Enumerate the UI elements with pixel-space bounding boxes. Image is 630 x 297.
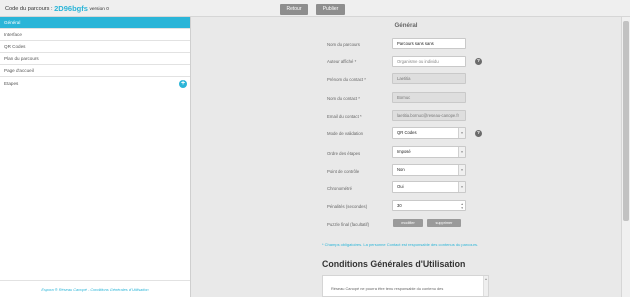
help-icon[interactable]: ? xyxy=(475,58,482,65)
top-bar: Code du parcours : 2D96bgfs version 0 Re… xyxy=(0,0,630,17)
nom-contact-input[interactable]: Bornuc xyxy=(392,92,466,103)
nom-parcours-input[interactable]: Parcours sans sans xyxy=(392,38,466,49)
cgu-scrollbar[interactable]: ▴ xyxy=(483,276,488,296)
penalites-label: Pénalités (secondes) xyxy=(327,204,368,209)
chronometre-label: Chronométré xyxy=(327,186,353,191)
nom-contact-label: Nom du contact * xyxy=(327,96,360,101)
point-controle-label: Point de contrôle xyxy=(327,169,360,174)
ordre-etapes-label: Ordre des étapes xyxy=(327,151,361,156)
prenom-input[interactable]: Laetitia xyxy=(392,73,466,84)
sidebar-footer-link[interactable]: Espora ® Réseau Canopé - Conditions Géné… xyxy=(0,280,190,297)
penalites-input[interactable]: 30 ▴ ▾ xyxy=(392,200,466,211)
chevron-down-icon: ▾ xyxy=(458,128,465,138)
plus-icon[interactable]: + xyxy=(179,80,187,88)
cgu-text: Réseau Canopé ne pourra être tenu respon… xyxy=(331,286,444,291)
chronometre-select[interactable]: Oui ▾ xyxy=(392,181,466,193)
chronometre-value: Oui xyxy=(397,184,404,189)
point-controle-value: Non xyxy=(397,167,405,172)
main-panel: Général Nom du parcours Parcours sans sa… xyxy=(192,17,620,297)
mode-validation-select[interactable]: QR Codes ▾ xyxy=(392,127,466,139)
section-title: Général xyxy=(394,22,418,29)
course-code: Code du parcours : 2D96bgfs version 0 xyxy=(5,4,109,13)
chevron-up-icon[interactable]: ▴ xyxy=(484,277,488,281)
ordre-etapes-value: Imposé xyxy=(397,149,411,154)
spinner-icon[interactable]: ▴ ▾ xyxy=(461,202,463,210)
sidebar-item-etapes[interactable]: Etapes + xyxy=(0,77,190,91)
ordre-etapes-select[interactable]: Imposé ▾ xyxy=(392,146,466,158)
retour-button[interactable]: Retour xyxy=(280,4,308,15)
publier-button[interactable]: Publier xyxy=(316,4,345,15)
auteur-input[interactable]: Organisme ou individu xyxy=(392,56,466,67)
chevron-down-icon: ▾ xyxy=(458,147,465,157)
sidebar-item-qr-codes[interactable]: QR Codes xyxy=(0,41,190,53)
mode-validation-value: QR Codes xyxy=(397,130,417,135)
scroll-thumb[interactable] xyxy=(623,21,629,221)
page-scrollbar[interactable] xyxy=(621,17,630,297)
chevron-down-icon: ▾ xyxy=(458,165,465,175)
mode-validation-label: Mode de validation xyxy=(327,131,364,136)
auteur-label: Auteur affiché * xyxy=(327,59,357,64)
cgu-box[interactable]: Réseau Canopé ne pourra être tenu respon… xyxy=(322,275,489,297)
required-fields-note: * Champs obligatoires. La personne Conta… xyxy=(322,242,479,247)
nom-parcours-label: Nom du parcours xyxy=(327,42,360,47)
email-input[interactable]: laetitia.bornuc@reseau-canope.fr xyxy=(392,110,466,121)
sidebar-item-general[interactable]: Général xyxy=(0,17,190,29)
puzzle-modifier-button[interactable]: modifier xyxy=(393,219,423,227)
sidebar-item-interface[interactable]: Interface xyxy=(0,29,190,41)
email-label: Email du contact * xyxy=(327,114,362,119)
cgu-title: Conditions Générales d'Utilisation xyxy=(322,259,466,269)
help-icon[interactable]: ? xyxy=(475,130,482,137)
sidebar-item-plan[interactable]: Plan du parcours xyxy=(0,53,190,65)
sidebar: Général Interface QR Codes Plan du parco… xyxy=(0,17,191,297)
prenom-label: Prénom du contact * xyxy=(327,77,366,82)
chevron-down-icon: ▾ xyxy=(458,182,465,192)
puzzle-label: Puzzle final (facultatif) xyxy=(327,222,370,227)
course-code-value: 2D96bgfs xyxy=(54,4,88,13)
sidebar-item-accueil[interactable]: Page d'accueil xyxy=(0,65,190,77)
point-controle-select[interactable]: Non ▾ xyxy=(392,164,466,176)
penalites-value: 30 xyxy=(397,203,402,208)
course-code-label: Code du parcours : xyxy=(5,6,53,12)
sidebar-item-label: Etapes xyxy=(4,81,19,86)
version-label: version 0 xyxy=(89,7,109,12)
puzzle-supprimer-button[interactable]: supprimer xyxy=(427,219,461,227)
